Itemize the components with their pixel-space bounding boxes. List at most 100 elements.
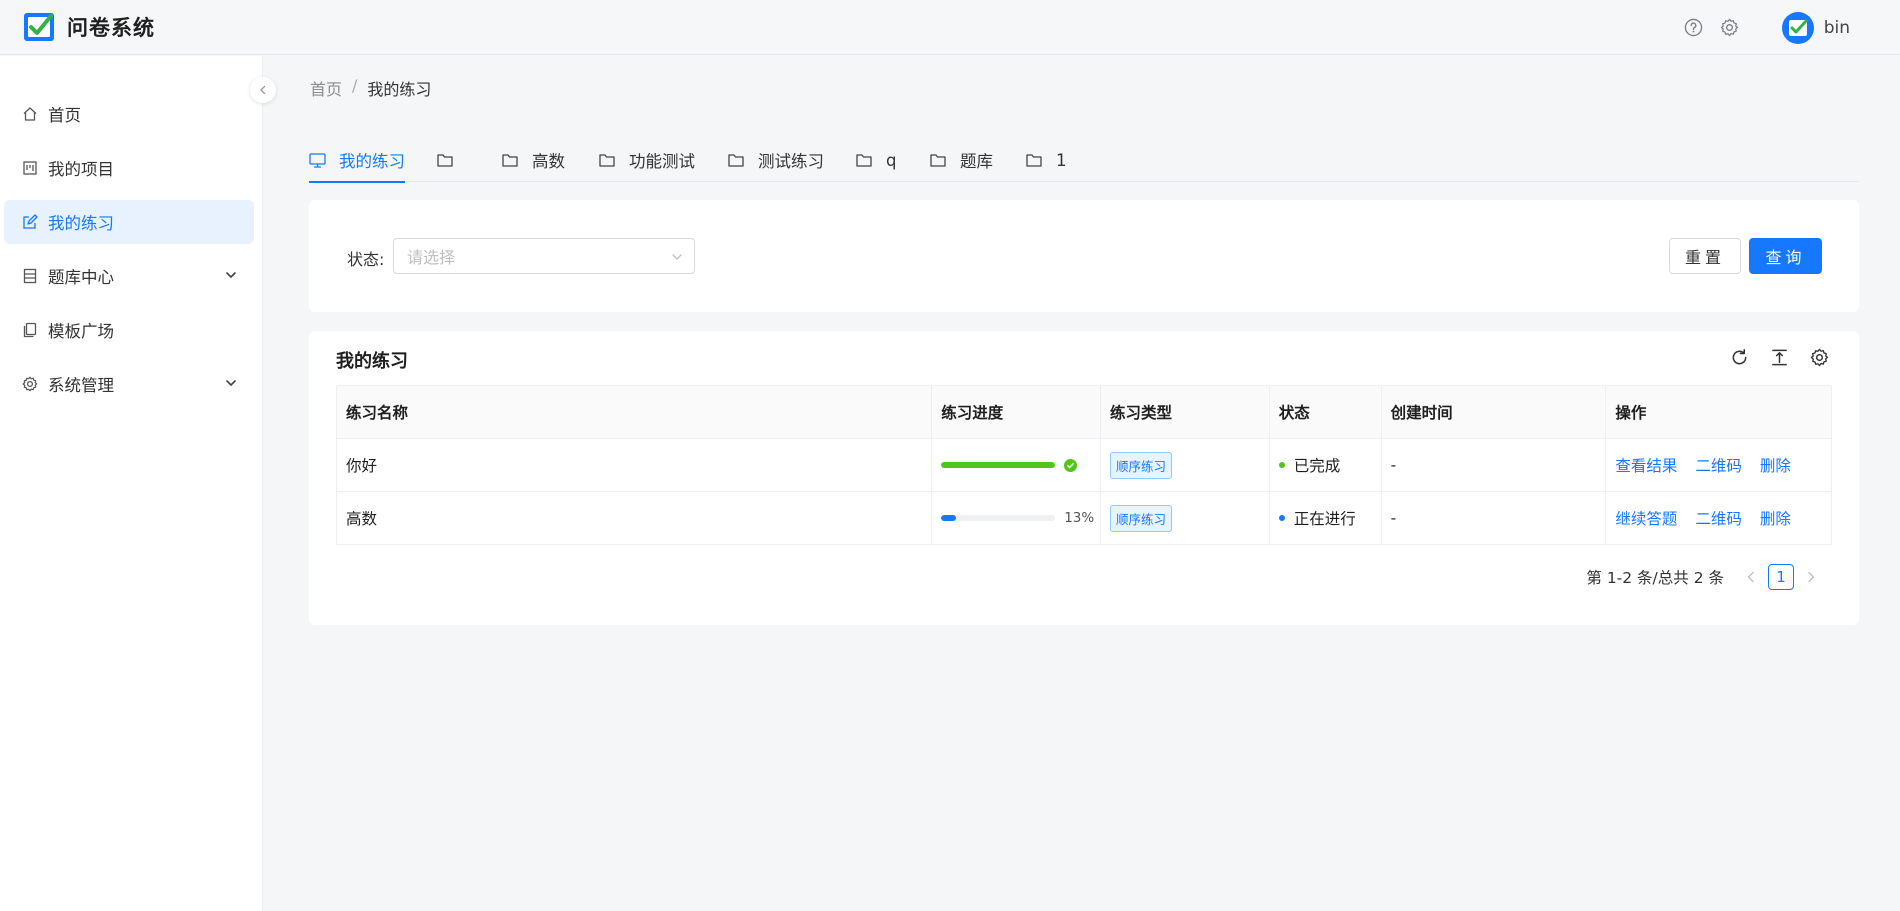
logo-check-icon (24, 13, 54, 41)
page-number-button[interactable]: 1 (1768, 564, 1794, 590)
sidebar-item-home[interactable]: 首页 (4, 92, 254, 136)
tab-label: 功能测试 (629, 152, 695, 171)
delete-link[interactable]: 删除 (1760, 507, 1791, 529)
query-button[interactable]: 查询 (1749, 238, 1822, 274)
folder-icon (930, 152, 947, 168)
progress-cell (932, 439, 1101, 491)
status-dot (1278, 462, 1285, 468)
sidebar-item-system[interactable]: 系统管理 (4, 362, 254, 406)
sidebar: 首页 我的项目 我的练习 题库中心 模板广场 系统管理 (0, 56, 263, 911)
sidebar-item-label: 题库中心 (48, 268, 114, 287)
practice-type-tag: 顺序练习 (1109, 504, 1172, 532)
sidebar-item-label: 我的项目 (48, 160, 114, 179)
tab-my-practice[interactable]: 我的练习 (309, 138, 405, 183)
status-dot (1278, 515, 1285, 521)
username: bin (1823, 17, 1850, 38)
practice-table-card: 我的练习 练习名称 练习进度 练习类型 状态 创建时间 操作 你好 顺序练习 已… (309, 331, 1859, 625)
qrcode-link[interactable]: 二维码 (1695, 454, 1742, 476)
column-header: 创建时间 (1382, 386, 1607, 438)
chevron-down-icon (672, 254, 682, 260)
folder-icon (437, 152, 454, 168)
tab-label: 高数 (532, 152, 565, 171)
folder-icon (856, 152, 873, 168)
progress-percent: 13% (1064, 510, 1095, 526)
continue-answer-link[interactable]: 继续答题 (1615, 507, 1677, 529)
help-icon[interactable] (1684, 18, 1704, 38)
practice-name: 高数 (337, 492, 933, 544)
status-text: 已完成 (1293, 457, 1341, 475)
tab-folder-gaoshu[interactable]: 高数 (502, 138, 565, 182)
tab-folder-question-bank[interactable]: 题库 (930, 138, 993, 182)
tab-label: 题库 (960, 152, 993, 171)
status-select-placeholder: 请选择 (407, 248, 456, 267)
gear-icon (22, 376, 38, 392)
tab-folder-test-practice[interactable]: 测试练习 (728, 138, 824, 182)
sidebar-item-projects[interactable]: 我的项目 (4, 146, 254, 190)
practice-name: 你好 (337, 439, 933, 491)
status-cell: 正在进行 (1270, 492, 1382, 544)
tab-folder-1[interactable]: 1 (1026, 138, 1067, 182)
tab-label: q (886, 150, 897, 170)
prev-page-button[interactable] (1744, 570, 1758, 584)
column-header: 练习名称 (337, 386, 933, 438)
refresh-icon[interactable] (1729, 347, 1749, 367)
status-select[interactable]: 请选择 (393, 238, 695, 274)
user-menu[interactable]: bin (1781, 11, 1850, 44)
project-icon (22, 160, 38, 176)
tab-folder-unnamed[interactable] (437, 138, 467, 182)
created-time: - (1382, 439, 1607, 491)
pagination: 第 1-2 条/总共 2 条 1 (1586, 564, 1824, 590)
column-header: 状态 (1270, 386, 1382, 438)
sidebar-collapse-button[interactable] (250, 77, 276, 103)
type-cell: 顺序练习 (1101, 439, 1270, 491)
edit-icon (22, 214, 38, 230)
status-filter-label: 状态: (347, 250, 385, 269)
tab-folder-function-test[interactable]: 功能测试 (599, 138, 695, 182)
delete-link[interactable]: 删除 (1760, 454, 1791, 476)
status-cell: 已完成 (1270, 439, 1382, 491)
qrcode-link[interactable]: 二维码 (1695, 507, 1742, 529)
reset-button[interactable]: 重置 (1669, 238, 1741, 274)
database-icon (22, 268, 38, 284)
monitor-icon (309, 152, 326, 168)
actions-cell: 查看结果 二维码 删除 (1606, 439, 1831, 491)
sidebar-item-my-practice[interactable]: 我的练习 (4, 200, 254, 244)
chevron-left-icon (1747, 571, 1754, 583)
progress-bar: 13% (941, 510, 1094, 526)
settings-icon[interactable] (1809, 347, 1829, 367)
practice-tabs: 我的练习 高数 功能测试 测试练习 q 题库 1 (309, 138, 1859, 183)
next-page-button[interactable] (1804, 570, 1818, 584)
tab-folder-q[interactable]: q (856, 138, 896, 182)
view-result-link[interactable]: 查看结果 (1615, 454, 1677, 476)
filter-card: 状态: 请选择 重置 查询 (309, 200, 1859, 312)
sidebar-item-label: 系统管理 (48, 376, 114, 395)
progress-fill (941, 462, 1056, 468)
app-logo[interactable]: 问卷系统 (22, 11, 155, 43)
practice-table: 练习名称 练习进度 练习类型 状态 创建时间 操作 你好 顺序练习 已完成 - (336, 385, 1832, 545)
breadcrumb-current: 我的练习 (367, 80, 432, 99)
sidebar-item-templates[interactable]: 模板广场 (4, 308, 254, 352)
top-header: 问卷系统 bin (0, 0, 1900, 55)
folder-icon (502, 152, 519, 168)
app-title: 问卷系统 (67, 16, 155, 40)
table-title: 我的练习 (336, 351, 408, 372)
column-header: 操作 (1615, 404, 1647, 422)
status-text: 正在进行 (1293, 510, 1356, 528)
sidebar-item-question-bank[interactable]: 题库中心 (4, 254, 254, 298)
table-header-row: 练习名称 练习进度 练习类型 状态 创建时间 操作 (337, 386, 1831, 439)
sidebar-item-label: 模板广场 (48, 322, 114, 341)
practice-type-tag: 顺序练习 (1109, 451, 1172, 479)
settings-icon[interactable] (1720, 18, 1740, 38)
progress-cell: 13% (932, 492, 1101, 544)
chevron-right-icon (1808, 571, 1815, 583)
chevron-down-icon (226, 380, 236, 386)
folder-icon (728, 152, 745, 168)
breadcrumb-separator: / (352, 76, 358, 95)
progress-bar (941, 458, 1078, 472)
check-circle-icon (1064, 458, 1078, 472)
home-icon (22, 106, 38, 122)
tab-label: 我的练习 (339, 152, 405, 171)
column-header: 练习进度 (932, 386, 1101, 438)
breadcrumb-home[interactable]: 首页 (310, 76, 342, 100)
column-height-icon[interactable] (1769, 347, 1789, 367)
